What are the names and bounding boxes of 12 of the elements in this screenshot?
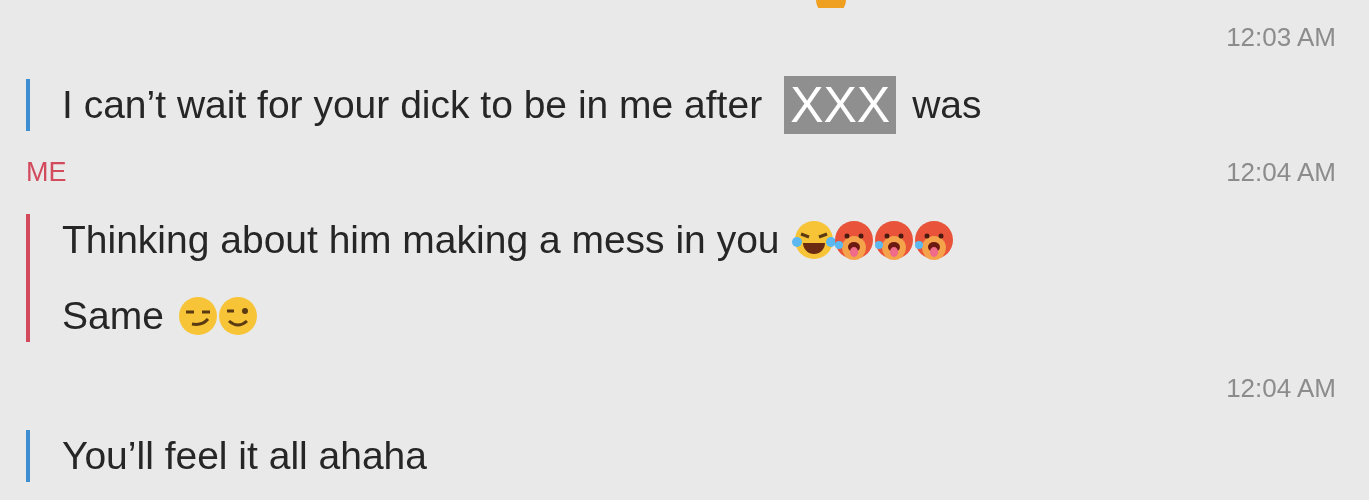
message-text: I can’t wait for your dick to be in me after: [62, 83, 763, 127]
emoji-icon: [816, 0, 846, 8]
sender-name: ME: [26, 156, 67, 188]
redaction-mark: XXX: [784, 76, 897, 134]
timestamp: 12:03 AM: [1226, 21, 1336, 53]
laughing-face-icon: [791, 218, 836, 262]
message-text: Thinking about him making a mess in you: [62, 218, 780, 262]
message-text: You’ll feel it all ahaha: [62, 434, 427, 478]
message-text: Same: [62, 294, 164, 338]
message-text: was: [912, 83, 982, 127]
timestamp: 12:04 AM: [1226, 372, 1336, 404]
timestamp: 12:04 AM: [1226, 156, 1336, 188]
